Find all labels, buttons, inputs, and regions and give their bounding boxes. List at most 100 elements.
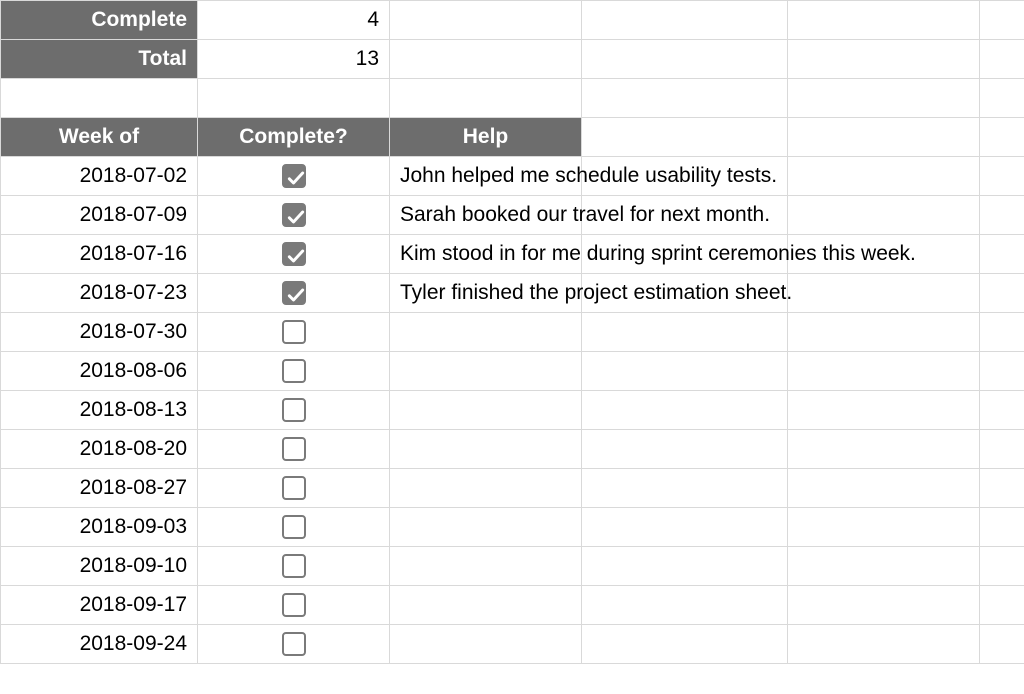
cell-empty[interactable] [390,1,582,40]
help-cell[interactable] [390,352,582,391]
cell-empty[interactable] [788,586,980,625]
date-cell[interactable]: 2018-09-03 [1,508,198,547]
cell-empty[interactable] [788,547,980,586]
spreadsheet-grid[interactable]: Complete 4 Total 13 Week of Complete? He… [0,0,1024,664]
help-cell[interactable]: John helped me schedule usability tests. [390,157,582,196]
checkbox-unchecked-icon[interactable] [282,359,306,383]
help-cell[interactable] [390,469,582,508]
help-cell[interactable] [390,313,582,352]
cell-empty[interactable] [788,157,980,196]
cell-empty[interactable] [980,196,1024,235]
checkbox-unchecked-icon[interactable] [282,398,306,422]
cell-empty[interactable] [582,547,788,586]
cell-empty[interactable] [788,40,980,79]
date-cell[interactable]: 2018-08-20 [1,430,198,469]
cell-empty[interactable] [788,391,980,430]
help-cell[interactable] [390,508,582,547]
checkbox-unchecked-icon[interactable] [282,593,306,617]
cell-empty[interactable] [582,469,788,508]
checkbox-cell[interactable] [198,235,390,274]
cell-empty[interactable] [582,352,788,391]
cell-empty[interactable] [980,1,1024,40]
help-cell[interactable]: Sarah booked our travel for next month. [390,196,582,235]
cell-empty[interactable] [788,118,980,157]
help-cell[interactable] [390,391,582,430]
checkbox-cell[interactable] [198,157,390,196]
checkbox-cell[interactable] [198,469,390,508]
checkbox-checked-icon[interactable] [282,203,306,227]
cell-empty[interactable] [582,40,788,79]
date-cell[interactable]: 2018-09-10 [1,547,198,586]
cell-empty[interactable] [980,469,1024,508]
checkbox-cell[interactable] [198,547,390,586]
checkbox-unchecked-icon[interactable] [282,476,306,500]
help-cell[interactable] [390,625,582,664]
cell-empty[interactable] [788,1,980,40]
date-cell[interactable]: 2018-09-17 [1,586,198,625]
date-cell[interactable]: 2018-08-13 [1,391,198,430]
cell-empty[interactable] [980,40,1024,79]
date-cell[interactable]: 2018-08-27 [1,469,198,508]
date-cell[interactable]: 2018-07-23 [1,274,198,313]
checkbox-unchecked-icon[interactable] [282,437,306,461]
checkbox-cell[interactable] [198,391,390,430]
help-cell[interactable]: Tyler finished the project estimation sh… [390,274,582,313]
cell-empty[interactable] [980,391,1024,430]
cell-empty[interactable] [582,313,788,352]
cell-empty[interactable] [980,157,1024,196]
cell-empty[interactable] [980,118,1024,157]
cell-empty[interactable] [980,352,1024,391]
summary-total-value[interactable]: 13 [198,40,390,79]
cell-empty[interactable] [980,586,1024,625]
checkbox-unchecked-icon[interactable] [282,320,306,344]
cell-empty[interactable] [980,625,1024,664]
cell-empty[interactable] [788,352,980,391]
cell-empty[interactable] [980,274,1024,313]
date-cell[interactable]: 2018-07-16 [1,235,198,274]
cell-empty[interactable] [980,430,1024,469]
checkbox-cell[interactable] [198,274,390,313]
cell-empty[interactable] [582,430,788,469]
cell-empty[interactable] [582,391,788,430]
cell-empty[interactable] [582,625,788,664]
cell-empty[interactable] [980,313,1024,352]
help-cell[interactable]: Kim stood in for me during sprint ceremo… [390,235,582,274]
help-cell[interactable] [390,430,582,469]
cell-empty[interactable] [788,430,980,469]
cell-empty[interactable] [788,313,980,352]
checkbox-cell[interactable] [198,313,390,352]
cell-empty[interactable] [582,1,788,40]
checkbox-unchecked-icon[interactable] [282,515,306,539]
help-cell[interactable] [390,547,582,586]
checkbox-unchecked-icon[interactable] [282,554,306,578]
checkbox-cell[interactable] [198,196,390,235]
checkbox-cell[interactable] [198,625,390,664]
cell-empty[interactable] [582,508,788,547]
checkbox-cell[interactable] [198,352,390,391]
date-cell[interactable]: 2018-07-02 [1,157,198,196]
cell-empty[interactable] [390,40,582,79]
checkbox-checked-icon[interactable] [282,242,306,266]
checkbox-cell[interactable] [198,586,390,625]
date-cell[interactable]: 2018-07-09 [1,196,198,235]
cell-empty[interactable] [980,547,1024,586]
help-cell[interactable] [390,586,582,625]
checkbox-unchecked-icon[interactable] [282,632,306,656]
cell-empty[interactable] [980,235,1024,274]
cell-empty[interactable] [788,196,980,235]
checkbox-checked-icon[interactable] [282,164,306,188]
cell-empty[interactable] [788,274,980,313]
cell-empty[interactable] [788,508,980,547]
checkbox-cell[interactable] [198,430,390,469]
date-cell[interactable]: 2018-07-30 [1,313,198,352]
cell-empty[interactable] [582,118,788,157]
cell-empty[interactable] [788,625,980,664]
date-cell[interactable]: 2018-09-24 [1,625,198,664]
date-cell[interactable]: 2018-08-06 [1,352,198,391]
summary-complete-value[interactable]: 4 [198,1,390,40]
checkbox-checked-icon[interactable] [282,281,306,305]
cell-empty[interactable] [788,469,980,508]
checkbox-cell[interactable] [198,508,390,547]
cell-empty[interactable] [980,508,1024,547]
cell-empty[interactable] [582,586,788,625]
